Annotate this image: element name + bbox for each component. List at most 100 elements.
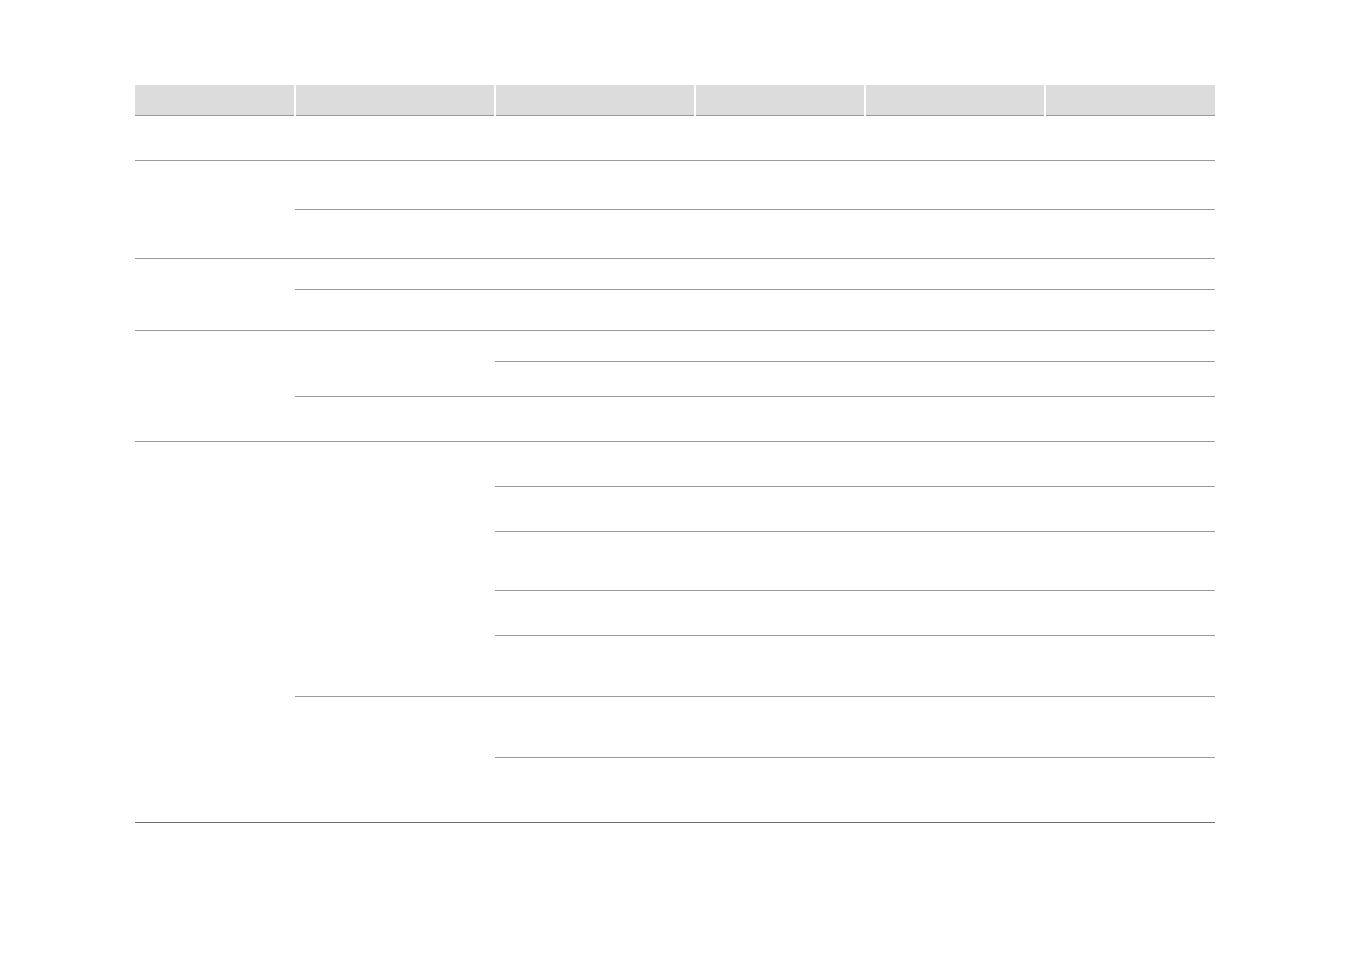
table-cell	[695, 487, 865, 532]
table-cell	[695, 442, 865, 487]
table-cell-text	[135, 397, 295, 405]
table-header-row	[135, 85, 1215, 116]
table-cell	[295, 636, 495, 697]
table-cell	[695, 636, 865, 697]
table-cell	[695, 290, 865, 331]
table-cell	[135, 697, 295, 758]
table-row	[135, 397, 1215, 442]
table-cell-text	[135, 290, 295, 298]
table-cell	[865, 397, 1045, 442]
table-cell	[295, 591, 495, 636]
table-cell-text	[135, 591, 295, 599]
table-header-cell	[295, 85, 495, 116]
data-table	[135, 85, 1215, 823]
table-cell	[135, 532, 295, 591]
table-cell	[495, 591, 695, 636]
table-cell	[495, 161, 695, 210]
table-header-cell	[1045, 85, 1215, 116]
table-cell-text	[695, 397, 865, 405]
table-cell-text	[495, 636, 695, 644]
table-cell-text	[865, 161, 1045, 169]
table-cell-text	[865, 442, 1045, 450]
table-cell-text	[295, 397, 495, 405]
table-cell	[1045, 532, 1215, 591]
table-cell-text	[295, 442, 495, 450]
table-cell-text	[865, 591, 1045, 599]
table-cell	[1045, 636, 1215, 697]
table-cell-text	[295, 161, 495, 169]
table-cell	[295, 697, 495, 758]
table-cell-text	[135, 331, 295, 339]
table-cell-text	[865, 697, 1045, 705]
table-cell-text	[1045, 259, 1215, 267]
table-cell	[295, 487, 495, 532]
table-cell	[135, 397, 295, 442]
table-cell-text	[135, 210, 295, 218]
table-cell	[135, 259, 295, 290]
table-cell	[495, 290, 695, 331]
table-cell	[495, 758, 695, 823]
table-cell-text	[695, 210, 865, 218]
table-cell-text	[1045, 636, 1215, 644]
table-cell-text	[135, 697, 295, 705]
table-cell-text	[135, 532, 295, 540]
table-cell-text	[295, 259, 495, 267]
table-cell-text	[495, 591, 695, 599]
table-cell	[695, 161, 865, 210]
table-cell-text	[135, 362, 295, 370]
table-cell-text	[1045, 758, 1215, 766]
table-row	[135, 758, 1215, 823]
table-cell	[495, 487, 695, 532]
table-cell	[135, 331, 295, 362]
table-cell	[135, 362, 295, 397]
table-row	[135, 591, 1215, 636]
table-cell-text	[1045, 362, 1215, 370]
table-cell	[295, 161, 495, 210]
table-cell-text	[495, 290, 695, 298]
table-container	[135, 85, 1215, 823]
table-cell-text	[495, 362, 695, 370]
table-cell-text	[865, 532, 1045, 540]
table-cell-text	[495, 161, 695, 169]
table-cell-text	[295, 532, 495, 540]
table-cell	[865, 758, 1045, 823]
table-cell-text	[295, 758, 495, 766]
table-cell-text	[1045, 161, 1215, 169]
table-cell	[135, 210, 295, 259]
table-cell	[695, 397, 865, 442]
table-cell	[1045, 362, 1215, 397]
table-cell	[495, 532, 695, 591]
table-cell	[695, 697, 865, 758]
table-header-cell	[865, 85, 1045, 116]
table-cell-text	[1045, 290, 1215, 298]
table-cell-text	[135, 161, 295, 169]
table-cell-text	[495, 758, 695, 766]
table-cell	[495, 116, 695, 161]
table-cell	[865, 591, 1045, 636]
table-row	[135, 259, 1215, 290]
table-cell-text	[1045, 210, 1215, 218]
table-cell-text	[695, 636, 865, 644]
table-cell	[1045, 290, 1215, 331]
table-cell-text	[295, 591, 495, 599]
table-cell-text	[865, 259, 1045, 267]
table-cell	[495, 362, 695, 397]
table-row	[135, 532, 1215, 591]
table-cell	[135, 442, 295, 487]
table-cell	[1045, 161, 1215, 210]
table-cell	[1045, 487, 1215, 532]
table-cell	[295, 532, 495, 591]
table-cell-text	[495, 487, 695, 495]
table-cell-text	[495, 210, 695, 218]
table-cell	[295, 210, 495, 259]
table-row	[135, 697, 1215, 758]
table-row	[135, 442, 1215, 487]
table-cell	[695, 532, 865, 591]
table-cell	[1045, 331, 1215, 362]
table-cell-text	[295, 116, 495, 124]
table-cell-text	[495, 532, 695, 540]
table-cell	[1045, 397, 1215, 442]
table-cell-text	[695, 591, 865, 599]
table-header-cell	[695, 85, 865, 116]
table-cell	[295, 758, 495, 823]
